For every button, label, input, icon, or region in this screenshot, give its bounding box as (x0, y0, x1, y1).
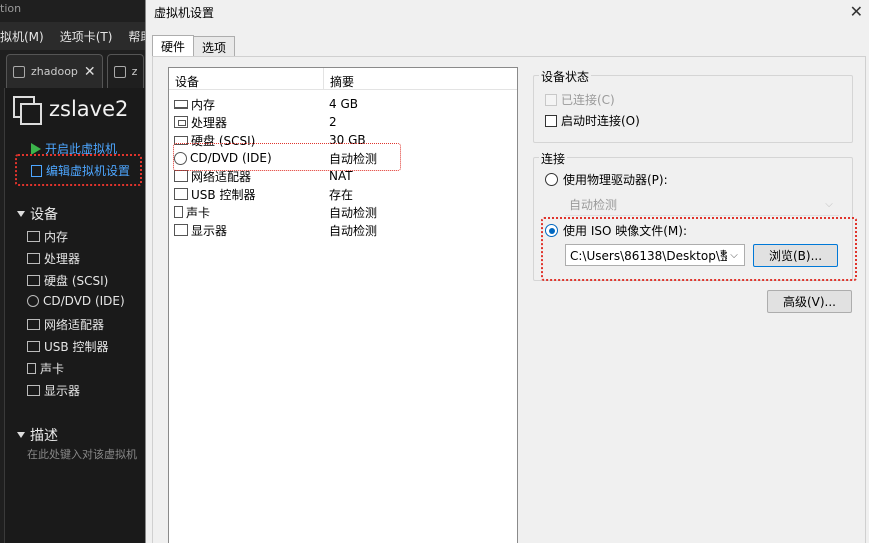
device-list-header: 设备 摘要 (169, 68, 517, 90)
device-cdrom[interactable]: CD/DVD (IDE) (27, 294, 125, 308)
device-disk[interactable]: 硬盘 (SCSI) (27, 272, 108, 289)
cpu-icon (174, 116, 188, 128)
devices-section-header[interactable]: 设备 (17, 204, 58, 224)
device-row-usb[interactable]: USB 控制器 存在 (169, 185, 517, 203)
description-placeholder[interactable]: 在此处键入对该虚拟机 (27, 446, 137, 462)
chevron-down-icon: ⌵ (825, 198, 833, 210)
close-icon[interactable]: ✕ (850, 2, 863, 21)
collapse-icon (17, 211, 25, 217)
close-icon[interactable]: ✕ (84, 64, 96, 80)
speaker-icon (174, 206, 183, 218)
usb-icon (174, 188, 188, 200)
device-row-memory[interactable]: 内存 4 GB (169, 95, 517, 113)
use-physical-drive-radio[interactable]: 使用物理驱动器(P): (545, 171, 668, 188)
vm-header: zslave2 (13, 96, 129, 125)
tab-label: zhadoop (31, 65, 78, 78)
connected-checkbox[interactable]: 已连接(C) (545, 91, 615, 108)
cpu-icon (27, 253, 40, 264)
device-status-group (533, 75, 853, 143)
disk-icon (27, 275, 40, 286)
device-sound[interactable]: 声卡 (27, 360, 64, 377)
vm-icon (13, 65, 25, 78)
menu-tabs[interactable]: 选项卡(T) (60, 28, 113, 45)
column-header-summary[interactable]: 摘要 (324, 68, 360, 89)
highlight-annotation (15, 154, 142, 186)
dialog-body: 设备 摘要 内存 4 GB 处理器 2 硬盘 (SCSI) 30 GB CD/D… (152, 56, 866, 543)
device-display[interactable]: 显示器 (27, 382, 80, 399)
usb-icon (27, 341, 40, 352)
highlight-annotation (173, 143, 401, 171)
column-header-device[interactable]: 设备 (169, 68, 324, 89)
collapse-icon (17, 432, 25, 438)
tab-label: z (131, 65, 138, 78)
tab-hardware[interactable]: 硬件 (152, 35, 195, 57)
network-icon (174, 170, 188, 182)
device-list[interactable]: 设备 摘要 内存 4 GB 处理器 2 硬盘 (SCSI) 30 GB CD/D… (168, 67, 518, 543)
memory-icon (27, 231, 40, 242)
device-network[interactable]: 网络适配器 (27, 316, 104, 333)
highlight-annotation (541, 217, 857, 281)
dialog-tabs: 硬件 选项 (152, 35, 236, 57)
advanced-button[interactable]: 高级(V)... (767, 290, 852, 313)
device-memory[interactable]: 内存 (27, 228, 68, 245)
tab-options[interactable]: 选项 (193, 36, 236, 57)
monitor-icon (174, 224, 188, 236)
cd-icon (27, 295, 39, 307)
vm-icon (113, 65, 126, 78)
vm-summary-panel: zslave2 开启此虚拟机 编辑虚拟机设置 设备 内存 处理器 硬盘 (SCS… (4, 88, 145, 543)
device-row-cpu[interactable]: 处理器 2 (169, 113, 517, 131)
connect-at-power-on-checkbox[interactable]: 启动时连接(O) (545, 112, 640, 129)
vmware-main-window: tion 拟机(M) 选项卡(T) 帮助 zhadoop ✕ z zslave2… (0, 0, 145, 543)
menu-vm[interactable]: 拟机(M) (0, 28, 44, 45)
device-status-label: 设备状态 (539, 68, 592, 85)
menu-help[interactable]: 帮助 (128, 28, 145, 45)
vm-name: zslave2 (49, 97, 129, 121)
tab-zhadoop[interactable]: zhadoop ✕ (6, 54, 103, 88)
physical-drive-select[interactable]: 自动检测 ⌵ (565, 194, 839, 216)
description-section-header[interactable]: 描述 (17, 425, 58, 445)
menu-bar: 拟机(M) 选项卡(T) 帮助 (0, 22, 145, 50)
connection-label: 连接 (539, 150, 568, 167)
speaker-icon (27, 363, 36, 374)
play-icon (31, 142, 41, 155)
memory-icon (174, 99, 188, 109)
device-row-display[interactable]: 显示器 自动检测 (169, 221, 517, 239)
tab-zslave2[interactable]: z (106, 54, 145, 88)
network-icon (27, 319, 40, 330)
vm-tab-strip: zhadoop ✕ z (0, 54, 145, 88)
window-title: tion (0, 2, 22, 15)
vm-settings-dialog: 虚拟机设置 ✕ 硬件 选项 设备 摘要 内存 4 GB 处理器 2 硬盘 (SC… (145, 0, 869, 543)
device-row-sound[interactable]: 声卡 自动检测 (169, 203, 517, 221)
device-usb[interactable]: USB 控制器 (27, 338, 108, 355)
monitor-icon (27, 385, 40, 396)
vm-icon (13, 96, 42, 125)
device-cpu[interactable]: 处理器 (27, 250, 80, 267)
dialog-title: 虚拟机设置 (154, 6, 215, 20)
